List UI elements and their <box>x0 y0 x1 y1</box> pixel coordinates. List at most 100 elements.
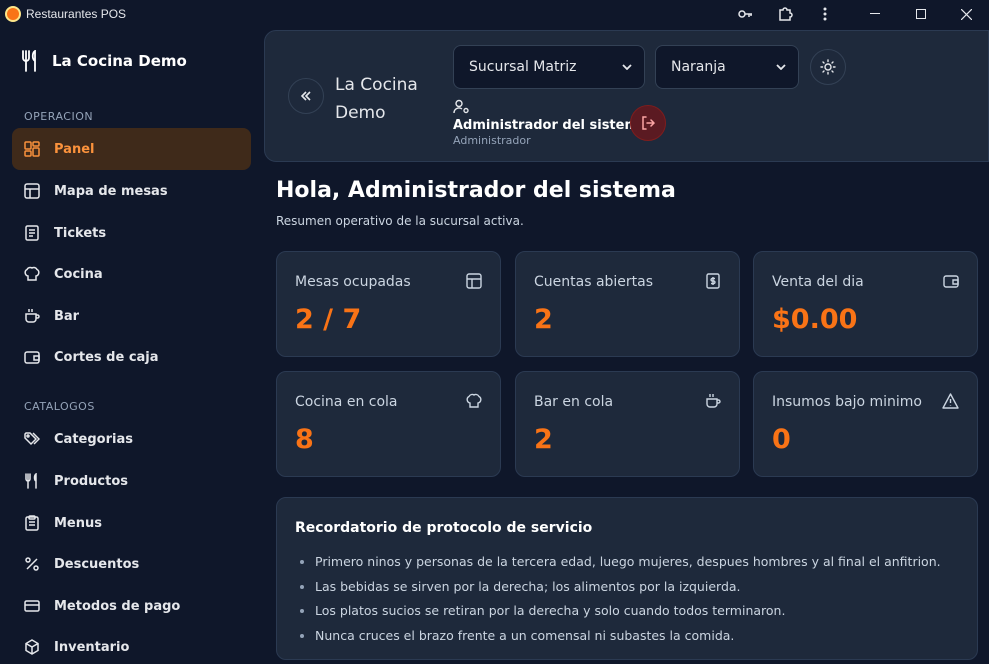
theme-color-select-value: Naranja <box>671 59 726 75</box>
stat-value: 2 / 7 <box>295 304 362 335</box>
chevron-down-icon <box>622 64 632 70</box>
user-settings-icon <box>453 99 471 115</box>
theme-color-select[interactable]: Naranja <box>655 45 799 89</box>
chef-hat-icon <box>24 266 40 282</box>
section-label-operacion: OPERACION <box>24 110 94 123</box>
more-menu-icon[interactable] <box>805 0 845 28</box>
stat-value: 8 <box>295 424 314 455</box>
list-item: Nunca cruces el brazo frente a un comens… <box>315 624 965 649</box>
sidebar-item-label: Cocina <box>54 266 103 282</box>
sidebar-item-metodos-de-pago[interactable]: Metodos de pago <box>12 585 251 627</box>
ticket-icon <box>24 225 40 241</box>
header-card: La Cocina Demo Sucursal Matriz Naranja A… <box>264 30 989 162</box>
key-icon[interactable] <box>725 0 765 28</box>
stat-card-mesas-ocupadas: Mesas ocupadas 2 / 7 <box>276 251 501 357</box>
tags-icon <box>24 431 40 447</box>
stat-value: 0 <box>772 424 791 455</box>
sidebar-item-label: Descuentos <box>54 556 140 572</box>
sidebar-item-label: Categorias <box>54 431 133 447</box>
sidebar-item-label: Productos <box>54 473 129 489</box>
sidebar-item-label: Menus <box>54 515 103 531</box>
logout-button[interactable] <box>630 105 666 141</box>
stat-label: Venta del dia <box>772 274 864 290</box>
theme-toggle-button[interactable] <box>810 49 846 85</box>
utensils-icon <box>20 50 40 72</box>
stat-card-cocina-en-cola: Cocina en cola 8 <box>276 371 501 477</box>
user-name: Administrador del sistema <box>453 118 647 133</box>
utensils-icon <box>24 473 40 489</box>
sidebar-item-cocina[interactable]: Cocina <box>12 253 251 295</box>
percent-icon <box>24 556 40 572</box>
sidebar-item-categorias[interactable]: Categorias <box>12 418 251 460</box>
sidebar-item-mapa-de-mesas[interactable]: Mapa de mesas <box>12 170 251 212</box>
page-title: Hola, Administrador del sistema <box>276 178 676 203</box>
sidebar-item-label: Bar <box>54 308 80 324</box>
chef-hat-icon <box>466 393 482 409</box>
wallet-icon <box>943 273 959 289</box>
brand[interactable]: La Cocina Demo <box>20 50 187 72</box>
sidebar-item-cortes-de-caja[interactable]: Cortes de caja <box>12 336 251 378</box>
service-protocol-card: Recordatorio de protocolo de servicio Pr… <box>276 497 978 660</box>
sidebar-item-label: Mapa de mesas <box>54 183 168 199</box>
sidebar-item-bar[interactable]: Bar <box>12 295 251 337</box>
stat-value: $0.00 <box>772 304 858 335</box>
sidebar-item-label: Metodos de pago <box>54 598 181 614</box>
stat-card-insumos-bajo-minimo: Insumos bajo minimo 0 <box>753 371 978 477</box>
sidebar-item-inventario[interactable]: Inventario <box>12 626 251 664</box>
title-bar: Restaurantes POS <box>0 0 989 28</box>
window-title: Restaurantes POS <box>26 7 127 21</box>
section-label-catalogos: CATALOGOS <box>24 400 95 413</box>
stat-value: 2 <box>534 304 553 335</box>
maximize-button[interactable] <box>901 0 941 28</box>
app-logo-icon <box>5 6 21 22</box>
sidebar-item-tickets[interactable]: Tickets <box>12 212 251 254</box>
stat-label: Cocina en cola <box>295 394 398 410</box>
stat-label: Mesas ocupadas <box>295 274 411 290</box>
sidebar-item-label: Panel <box>54 141 95 157</box>
stat-label: Insumos bajo minimo <box>772 394 922 410</box>
package-icon <box>24 639 40 655</box>
credit-card-icon <box>24 598 40 614</box>
wallet-icon <box>24 349 40 365</box>
sidebar-item-label: Tickets <box>54 225 107 241</box>
cup-icon <box>705 393 721 409</box>
chevron-down-icon <box>776 64 786 70</box>
sidebar-item-label: Cortes de caja <box>54 349 159 365</box>
list-item: Los platos sucios se retiran por la dere… <box>315 599 965 624</box>
receipt-dollar-icon <box>705 273 721 289</box>
minimize-button[interactable] <box>855 0 895 28</box>
branch-select-value: Sucursal Matriz <box>469 59 577 75</box>
stat-value: 2 <box>534 424 553 455</box>
chevrons-left-icon <box>300 90 312 102</box>
user-role: Administrador <box>453 134 531 147</box>
list-item: Primero ninos y personas de la tercera e… <box>315 550 965 575</box>
collapse-sidebar-button[interactable] <box>288 78 324 114</box>
stat-label: Cuentas abiertas <box>534 274 654 290</box>
header-title: La Cocina Demo <box>335 75 418 123</box>
page-subtitle: Resumen operativo de la sucursal activa. <box>276 214 524 228</box>
reminder-title: Recordatorio de protocolo de servicio <box>295 520 593 536</box>
list-item: Las bebidas se sirven por la derecha; lo… <box>315 575 965 600</box>
sidebar-item-panel[interactable]: Panel <box>12 128 251 170</box>
sun-icon <box>820 59 836 75</box>
clipboard-icon <box>24 515 40 531</box>
logout-icon <box>640 115 656 131</box>
sidebar: La Cocina Demo OPERACION Panel Mapa de m… <box>0 28 264 664</box>
reminder-list: Primero ninos y personas de la tercera e… <box>315 550 965 648</box>
sidebar-item-descuentos[interactable]: Descuentos <box>12 543 251 585</box>
close-button[interactable] <box>946 0 986 28</box>
stat-card-venta-del-dia: Venta del dia $0.00 <box>753 251 978 357</box>
branch-select[interactable]: Sucursal Matriz <box>453 45 645 89</box>
sidebar-item-menus[interactable]: Menus <box>12 502 251 544</box>
cup-icon <box>24 308 40 324</box>
stat-card-cuentas-abiertas: Cuentas abiertas 2 <box>515 251 740 357</box>
table-map-icon <box>24 183 40 199</box>
warning-icon <box>942 393 959 409</box>
sidebar-item-productos[interactable]: Productos <box>12 460 251 502</box>
table-icon <box>466 273 482 289</box>
brand-name: La Cocina Demo <box>52 52 187 70</box>
stat-label: Bar en cola <box>534 394 614 410</box>
stat-card-bar-en-cola: Bar en cola 2 <box>515 371 740 477</box>
extensions-icon[interactable] <box>765 0 805 28</box>
dashboard-icon <box>24 141 40 157</box>
